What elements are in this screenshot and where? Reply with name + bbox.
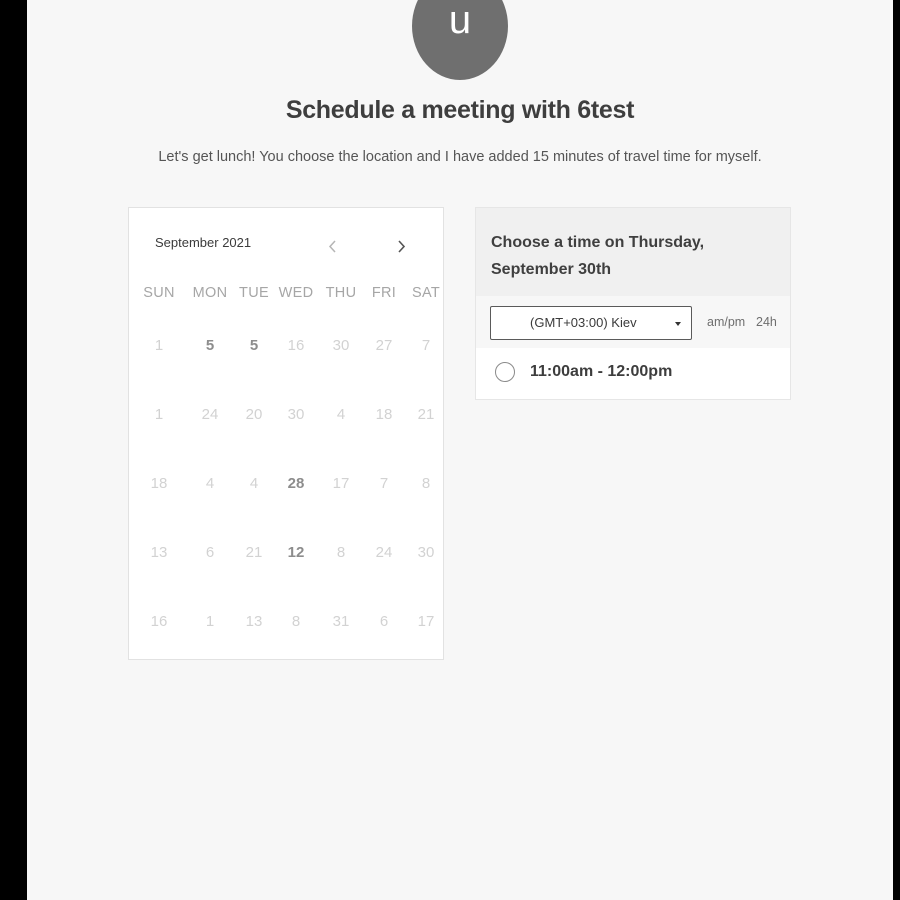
calendar-day-available[interactable]: 28: [278, 472, 314, 496]
calendar-day-available[interactable]: 5: [192, 334, 228, 358]
weekday-fri: FRI: [371, 285, 397, 301]
chevron-left-icon: [328, 240, 336, 253]
calendar-day: 13: [245, 613, 263, 630]
calendar-day: 31: [332, 613, 350, 630]
calendar-day: 4: [205, 475, 215, 492]
calendar-day: 8: [291, 613, 301, 630]
chevron-right-icon: [398, 240, 406, 253]
page-title: Schedule a meeting with 6test: [285, 96, 635, 124]
weekday-mon: MON: [192, 285, 228, 301]
weekday-header: SUN MON TUE WED THU FRI SAT: [137, 285, 441, 305]
calendar-day: 24: [201, 406, 219, 423]
calendar-day: 7: [379, 475, 389, 492]
calendar-day: 17: [417, 613, 435, 630]
calendar-day: 6: [379, 613, 389, 630]
host-avatar: u: [412, 0, 508, 80]
calendar-day: 18: [150, 475, 168, 492]
page: u Schedule a meeting with 6test Let's ge…: [27, 0, 893, 900]
avatar-initial: u: [448, 0, 472, 42]
calendar-day: 4: [249, 475, 259, 492]
calendar-day: 30: [287, 406, 305, 423]
time-panel-header: Choose a time on Thursday, September 30t…: [476, 208, 790, 296]
next-month-button[interactable]: [392, 234, 412, 258]
previous-month-button[interactable]: [322, 234, 342, 258]
timezone-select[interactable]: (GMT+03:00) Kiev: [490, 306, 692, 340]
calendar-day: 8: [336, 544, 346, 561]
calendar-day: 16: [287, 337, 305, 354]
calendar-day: 27: [375, 337, 393, 354]
caret-down-icon: [675, 322, 681, 326]
calendar-day: 21: [417, 406, 435, 423]
calendar-day: 16: [150, 613, 168, 630]
calendar-panel: September 2021 SUN MON TUE WED THU FRI SAT 1 55…: [128, 207, 444, 660]
calendar-day: 4: [336, 406, 346, 423]
time-slot-option[interactable]: 11:00am - 12:00pm: [476, 348, 790, 399]
meeting-description: Let's get lunch! You choose the location…: [158, 149, 762, 165]
calendar-day: 1: [154, 406, 164, 423]
calendar-day: 1: [205, 613, 215, 630]
weekday-wed: WED: [278, 285, 314, 301]
calendar-day-available[interactable]: 12: [278, 541, 314, 565]
calendar-day: 1: [154, 337, 164, 354]
calendar-day: 24: [375, 544, 393, 561]
calendar-day: 21: [245, 544, 263, 561]
weekday-tue: TUE: [239, 285, 269, 301]
calendar-day: 7: [421, 337, 431, 354]
weekday-thu: THU: [325, 285, 357, 301]
weekday-sun: SUN: [143, 285, 175, 301]
calendar-day: 30: [332, 337, 350, 354]
time-selection-panel: Choose a time on Thursday, September 30t…: [475, 207, 791, 400]
format-ampm-toggle[interactable]: am/pm: [707, 315, 745, 329]
format-24h-toggle[interactable]: 24h: [756, 315, 777, 329]
calendar-month-label: September 2021: [155, 235, 252, 250]
calendar-day-available[interactable]: 5: [236, 334, 272, 358]
selected-date-heading: Choose a time on Thursday, September 30t…: [491, 234, 705, 278]
calendar-day: 18: [375, 406, 393, 423]
calendar-day: 20: [245, 406, 263, 423]
calendar-day: 6: [205, 544, 215, 561]
time-slot-label: 11:00am - 12:00pm: [530, 363, 673, 380]
calendar-day: 13: [150, 544, 168, 561]
calendar-day: 17: [332, 475, 350, 492]
radio-button-icon[interactable]: [495, 362, 515, 382]
calendar-day: 8: [421, 475, 431, 492]
timezone-value: (GMT+03:00) Kiev: [530, 315, 637, 330]
calendar-day: 30: [417, 544, 435, 561]
timezone-bar: (GMT+03:00) Kiev am/pm 24h: [476, 296, 790, 348]
weekday-sat: SAT: [411, 285, 441, 301]
